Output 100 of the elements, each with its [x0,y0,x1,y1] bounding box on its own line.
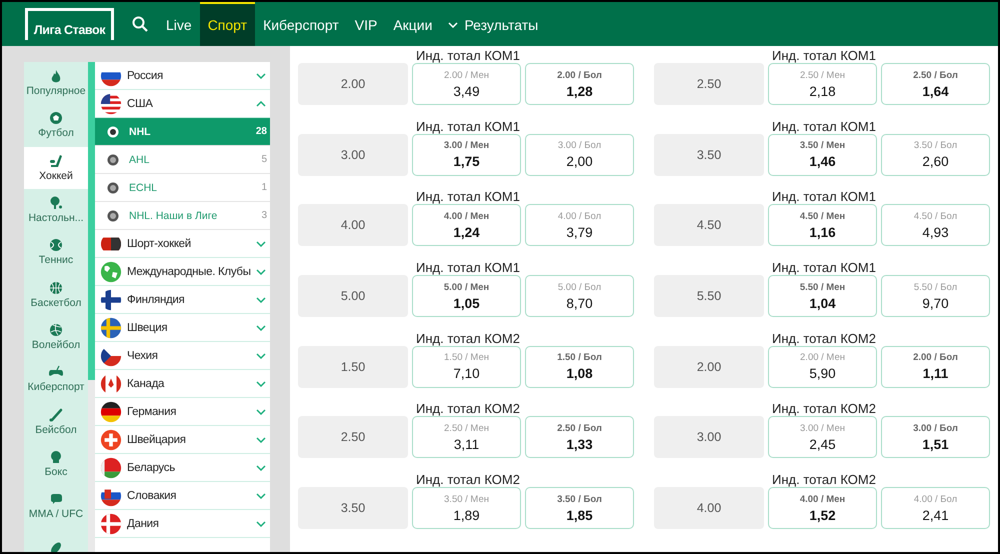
search-icon[interactable] [132,16,148,32]
sport-tab[interactable]: Популярное [24,62,88,104]
sport-tab[interactable]: Настольн... [24,188,88,232]
event-count: 5 [261,154,267,165]
odds-button[interactable]: 2.00 / Бол 1,11 [881,346,990,388]
odds-button[interactable]: 1.50 / Мен 7,10 [412,346,521,388]
country-row[interactable]: Германия [95,398,270,426]
line-value: 2.50 [298,416,408,458]
boxing-glove-icon [49,450,63,464]
league-name: NHL. Наши в Лиге [129,210,218,222]
nav-tab[interactable]: Результаты [440,2,546,46]
league-name: ECHL [129,182,158,194]
odds-button[interactable]: 2.50 / Мен 3,11 [412,416,521,458]
odds-button[interactable]: 4.50 / Бол 4,93 [881,204,990,246]
odds-button[interactable]: 1.50 / Бол 1,08 [525,346,634,388]
odds-button[interactable]: 5.50 / Мен 1,04 [768,275,877,318]
hockey-stick-icon [49,154,63,168]
odds-button[interactable]: 3.00 / Мен 1,75 [412,134,521,176]
odds-button[interactable]: 4.00 / Мен 1,52 [768,487,877,530]
line-value: 2.50 [654,63,764,105]
odds-button[interactable]: 2.00 / Мен 5,90 [768,346,877,388]
odds-button[interactable]: 3.00 / Бол 1,51 [881,416,990,458]
odds-button[interactable]: 5.00 / Мен 1,05 [412,275,521,318]
market-title: Инд. тотал КОМ2 [415,401,521,416]
nav-tab[interactable]: Live [158,2,200,46]
market-title: Инд. тотал КОМ2 [771,330,877,346]
odds-button[interactable]: 5.50 / Бол 9,70 [881,275,990,318]
odds-button[interactable]: 5.00 / Бол 8,70 [525,275,634,318]
country-row[interactable]: Шорт-хоккей [95,230,270,258]
country-row[interactable]: Международные. Клубы [95,258,270,286]
line-value: 4.00 [654,487,764,530]
country-name: Чехия [127,350,159,362]
market-title: Инд. тотал КОМ2 [771,472,877,488]
sport-tab[interactable]: Теннис [24,231,88,274]
puck-icon [107,182,119,194]
league-row[interactable]: NHL 28 [95,118,270,146]
sport-tab[interactable]: Футбол [24,104,88,147]
soccer-ball-icon [49,111,63,126]
country-row[interactable]: Чехия [95,342,270,370]
country-row[interactable]: Швеция [95,314,270,342]
odds-button[interactable]: 3.50 / Бол 2,60 [881,134,990,176]
line-value: 1.50 [298,346,408,388]
country-row[interactable]: Дания [95,510,270,538]
odds-button[interactable]: 2.00 / Бол 1,28 [525,63,634,105]
country-row[interactable]: Канада [95,370,270,398]
odds-button[interactable]: 3.50 / Мен 1,89 [412,487,521,530]
market-title: Инд. тотал КОМ2 [771,401,877,416]
sport-tab[interactable]: Киберспорт [24,358,88,400]
odds-button[interactable]: 2.50 / Мен 2,18 [768,63,877,105]
country-name: Международные. Клубы [127,266,251,278]
odds-button[interactable]: 2.50 / Бол 1,64 [881,63,990,105]
country-name: Германия [127,406,178,418]
league-row[interactable]: AHL 5 [95,146,270,174]
odds-button[interactable]: 3.50 / Мен 1,46 [768,134,877,176]
country-row[interactable]: Беларусь [95,454,270,482]
country-row[interactable]: Россия [95,62,270,90]
odds-button[interactable]: 3.00 / Бол 2,00 [525,134,634,176]
sport-tab[interactable]: MMA / UFC [24,484,88,528]
odds-button[interactable]: 3.00 / Мен 2,45 [768,416,877,458]
country-row[interactable]: Словакия [95,482,270,510]
line-value: 5.00 [298,275,408,318]
nav-tab[interactable]: Киберспорт [255,2,347,46]
flag-icon [100,288,122,310]
odds-button[interactable]: 2.00 / Мен 3,49 [412,63,521,105]
market-title: Инд. тотал КОМ2 [415,472,521,488]
league-row[interactable]: ECHL 1 [95,174,270,202]
line-value: 5.50 [654,275,764,318]
leaf-icon [49,541,63,552]
sport-tab[interactable]: Бейсбол [24,400,88,443]
league-row[interactable]: NHL. Наши в Лиге 3 [95,202,270,230]
odds-button[interactable]: 4.00 / Мен 1,24 [412,204,521,246]
line-value: 2.00 [298,63,408,105]
odds-button[interactable]: 4.00 / Бол 3,79 [525,204,634,246]
nav-tab[interactable]: VIP [346,2,386,46]
country-row[interactable]: Финляндия [95,286,270,314]
flag-icon [100,456,122,478]
nav-tab[interactable]: Спорт [200,2,256,46]
country-row[interactable]: Швейцария [95,426,270,454]
market-title: Инд. тотал КОМ1 [771,48,877,63]
chevron-down-icon [448,22,458,28]
league-name: NHL [129,126,152,138]
sport-tab[interactable]: Баскетбол [24,273,88,316]
odds-button[interactable]: 3.50 / Бол 1,85 [525,487,634,530]
sport-tab[interactable]: Хоккей [24,146,88,189]
country-name: США [127,98,154,110]
odds-button[interactable]: 2.50 / Бол 1,33 [525,416,634,458]
puck-icon [107,210,119,222]
scrollbar-thumb[interactable] [88,62,95,380]
country-name: Швейцария [127,434,187,446]
logo[interactable]: Лига Ставок [25,8,114,40]
odds-button[interactable]: 4.00 / Бол 2,41 [881,487,990,530]
odds-button[interactable]: 4.50 / Мен 1,16 [768,204,877,246]
puck-icon [107,126,119,138]
scrollbar-track[interactable] [88,62,95,552]
sport-tab[interactable]: Волейбол [24,316,88,358]
basketball-icon [49,280,63,295]
puck-icon [107,154,119,166]
sport-tab[interactable]: Бокс [24,442,88,485]
flame-icon [49,69,63,84]
nav-tab[interactable]: Акции [385,2,440,46]
